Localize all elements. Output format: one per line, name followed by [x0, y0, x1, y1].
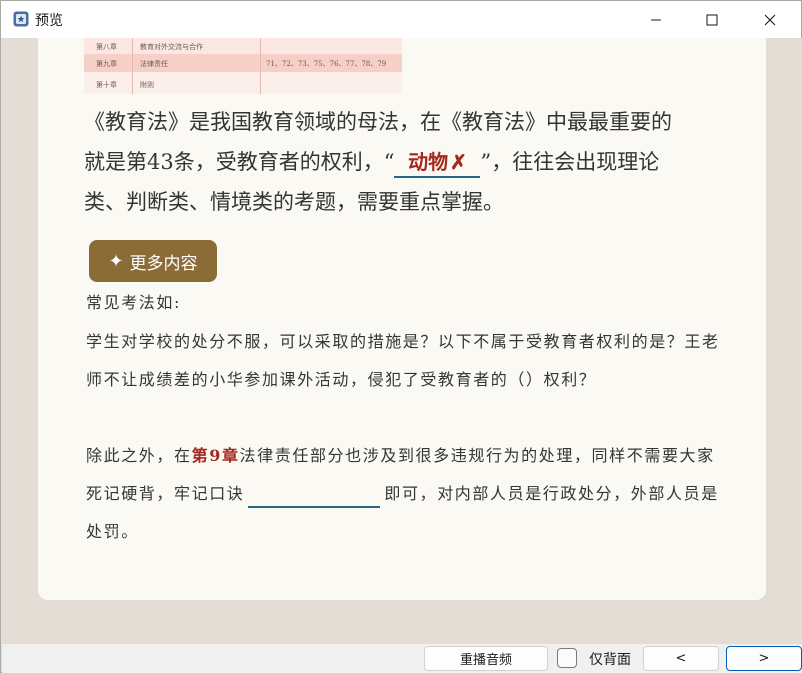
paragraph-text: 除此之外，在 [86, 446, 192, 465]
window-title: 预览 [35, 13, 63, 29]
back-only-checkbox[interactable] [557, 648, 577, 668]
app-icon [13, 11, 29, 27]
table-cell: 71、72、73、75、76、77、78、79 [266, 60, 387, 68]
title-bar: 预览 [1, 1, 801, 38]
replay-audio-button[interactable]: 重播音频 [424, 646, 548, 671]
back-only-label: 仅背面 [589, 652, 631, 668]
answer-text: 动物 [408, 150, 449, 174]
sparkle-icon: ✦ [108, 250, 124, 272]
chapter-table-image: 第八章 教育对外交流与合作 第九章 法律责任 71、72、73、75、76、77… [84, 38, 402, 94]
close-button[interactable] [747, 1, 793, 38]
answer-blank: 动物 ✗ [394, 148, 481, 178]
wrong-mark-icon: ✗ [450, 150, 467, 174]
table-divider [260, 38, 261, 94]
maximize-button[interactable] [689, 1, 735, 38]
maximize-icon [706, 14, 718, 25]
next-button[interactable]: > [726, 646, 802, 671]
minimize-button[interactable] [633, 1, 679, 38]
preview-window: 预览 第八章 教育对外交流与合作 第九章 法律责任 71、72、73、75、76… [0, 0, 802, 673]
table-cell: 第十章 [96, 81, 117, 89]
more-content-button[interactable]: ✦ 更多内容 [89, 240, 217, 282]
table-cell: 第八章 [96, 43, 117, 51]
table-cell: 法律责任 [140, 60, 168, 68]
card-viewer[interactable]: 第八章 教育对外交流与合作 第九章 法律责任 71、72、73、75、76、77… [2, 38, 802, 644]
main-paragraph: 《教育法》是我国教育领域的母法，在《教育法》中最最重要的 就是第43条，受教育者… [84, 102, 724, 222]
table-cell: 附则 [140, 81, 154, 89]
main-line: 《教育法》是我国教育领域的母法，在《教育法》中最最重要的 [84, 110, 672, 134]
table-cell: 第九章 [96, 60, 117, 68]
bottom-toolbar: 重播音频 仅背面 < > [2, 644, 802, 673]
close-icon [764, 14, 776, 25]
more-content-label: 更多内容 [129, 253, 198, 274]
flashcard: 第八章 教育对外交流与合作 第九章 法律责任 71、72、73、75、76、77… [38, 38, 766, 600]
minimize-icon [651, 19, 661, 20]
table-cell: 教育对外交流与合作 [140, 43, 203, 51]
common-questions-title: 常见考法如: [86, 293, 181, 312]
previous-button[interactable]: < [643, 646, 719, 671]
main-line: 类、判断类、情境类的考题，需要重点掌握。 [84, 190, 504, 214]
extra-paragraph: 除此之外，在第9章法律责任部分也涉及到很多违规行为的处理，同样不需要大家死记硬背… [86, 437, 726, 551]
mnemonic-blank [248, 482, 381, 508]
main-line: 就是第43条，受教育者的权利，“ [84, 150, 395, 174]
questions-paragraph: 学生对学校的处分不服，可以采取的措施是？以下不属于受教育者权利的是？王老师不让成… [86, 332, 720, 389]
main-line: ”，往往会出现理论 [480, 150, 660, 174]
table-divider [132, 38, 133, 94]
chapter-highlight: 第9章 [191, 446, 240, 465]
